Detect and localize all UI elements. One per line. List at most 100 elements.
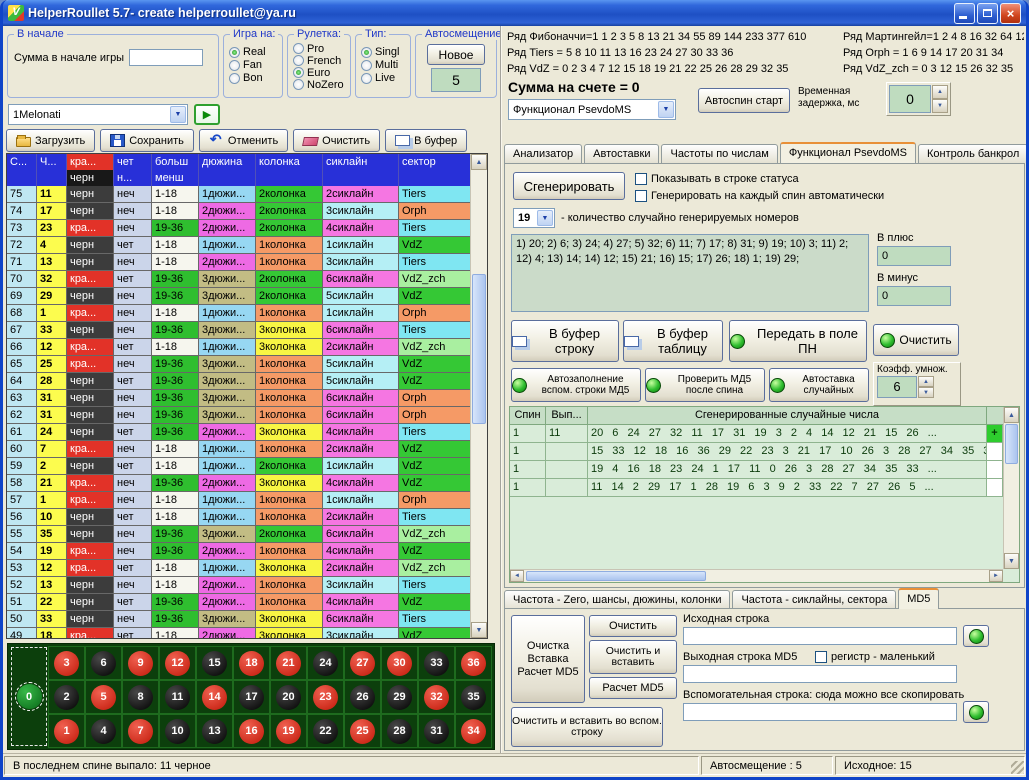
close-button[interactable]: × — [1000, 3, 1021, 24]
board-number-23[interactable]: 23 — [307, 680, 344, 714]
clear-button[interactable]: Очистить — [293, 129, 380, 152]
spin-up-icon[interactable]: ▲ — [932, 85, 948, 99]
autospin-start-button[interactable]: Автоспин старт — [698, 88, 790, 113]
board-number-6[interactable]: 6 — [85, 646, 122, 680]
radio-option-bon[interactable]: Bon — [224, 71, 282, 84]
board-number-18[interactable]: 18 — [233, 646, 270, 680]
board-number-35[interactable]: 35 — [455, 680, 492, 714]
board-number-31[interactable]: 31 — [418, 714, 455, 748]
md5-clear-button[interactable]: Очистить — [589, 615, 677, 637]
md5-calc-button[interactable]: Расчет MD5 — [589, 677, 677, 699]
start-sum-input[interactable] — [129, 49, 203, 66]
board-number-4[interactable]: 4 — [85, 714, 122, 748]
generate-button[interactable]: Сгенерировать — [513, 172, 625, 200]
board-number-12[interactable]: 12 — [159, 646, 196, 680]
tab-4[interactable]: Контроль банкрол — [918, 144, 1026, 163]
scroll-right-icon[interactable]: ► — [989, 570, 1003, 582]
md5-clear-and-paste-button[interactable]: Очистить и вставить — [589, 640, 677, 674]
aux-globe-button[interactable] — [963, 701, 989, 723]
generated-table-scrollbar[interactable]: ▲ ▼ — [1003, 407, 1019, 569]
md5-clear-paste-calc-button[interactable]: Очистка Вставка Расчет MD5 — [511, 615, 585, 703]
buffer-row-button[interactable]: В буфер строку — [511, 320, 619, 362]
maximize-button[interactable] — [977, 3, 998, 24]
spin-down-icon[interactable]: ▼ — [932, 99, 948, 113]
spin-down-icon[interactable]: ▼ — [918, 387, 934, 398]
radio-option-pro[interactable]: Pro — [288, 42, 350, 54]
board-number-3[interactable]: 3 — [48, 646, 85, 680]
play-button[interactable]: ▶ — [194, 104, 220, 125]
scrollbar-thumb[interactable] — [526, 571, 706, 581]
resize-grip[interactable] — [1011, 761, 1024, 774]
board-number-7[interactable]: 7 — [122, 714, 159, 748]
board-number-1[interactable]: 1 — [48, 714, 85, 748]
board-number-24[interactable]: 24 — [307, 646, 344, 680]
bottom-tab-0[interactable]: Частота - Zero, шансы, дюжины, колонки — [504, 590, 730, 609]
board-number-8[interactable]: 8 — [122, 680, 159, 714]
board-number-10[interactable]: 10 — [159, 714, 196, 748]
load-button[interactable]: Загрузить — [6, 129, 95, 152]
generated-table-hscrollbar[interactable]: ◄ ► — [510, 569, 1003, 582]
scroll-down-icon[interactable]: ▼ — [471, 622, 487, 638]
minimize-button[interactable] — [954, 3, 975, 24]
buffer-table-button[interactable]: В буфер таблицу — [623, 320, 723, 362]
board-number-5[interactable]: 5 — [85, 680, 122, 714]
board-number-11[interactable]: 11 — [159, 680, 196, 714]
chevron-down-icon[interactable]: ▼ — [170, 106, 186, 123]
autobet-random-button[interactable]: Автоставка случайных — [769, 368, 869, 402]
radio-option-multi[interactable]: Multi — [356, 58, 410, 71]
board-number-22[interactable]: 22 — [307, 714, 344, 748]
output-string-input[interactable] — [683, 665, 957, 683]
tab-1[interactable]: Автоставки — [584, 144, 659, 163]
functional-combobox[interactable]: Функционал PsevdoMS ▼ — [508, 99, 676, 120]
tab-2[interactable]: Частоты по числам — [661, 144, 777, 163]
board-number-33[interactable]: 33 — [418, 646, 455, 680]
generate-each-spin-checkbox[interactable] — [635, 190, 647, 202]
undo-button[interactable]: Отменить — [199, 129, 288, 152]
bottom-tab-2[interactable]: MD5 — [898, 588, 939, 609]
register-lowercase-checkbox[interactable] — [815, 651, 827, 663]
board-number-28[interactable]: 28 — [381, 714, 418, 748]
preset-combobox[interactable]: 1Melonati ▼ — [8, 104, 188, 125]
scroll-down-icon[interactable]: ▼ — [1004, 553, 1019, 569]
chevron-down-icon[interactable]: ▼ — [658, 101, 674, 118]
source-string-input[interactable] — [683, 627, 957, 645]
spin-up-icon[interactable]: ▲ — [918, 376, 934, 387]
board-number-17[interactable]: 17 — [233, 680, 270, 714]
scroll-up-icon[interactable]: ▲ — [1004, 407, 1019, 423]
tab-0[interactable]: Анализатор — [504, 144, 582, 163]
board-number-14[interactable]: 14 — [196, 680, 233, 714]
generated-numbers-area[interactable]: 1) 20; 2) 6; 3) 24; 4) 27; 5) 32; 6) 11;… — [511, 234, 869, 312]
new-button[interactable]: Новое — [427, 44, 485, 65]
scroll-up-icon[interactable]: ▲ — [471, 154, 487, 170]
board-number-2[interactable]: 2 — [48, 680, 85, 714]
autofill-md5-button[interactable]: Автозаполнение вспом. строки МД5 — [511, 368, 641, 402]
send-to-pn-button[interactable]: Передать в поле ПН — [729, 320, 867, 362]
scroll-left-icon[interactable]: ◄ — [510, 570, 524, 582]
board-number-30[interactable]: 30 — [381, 646, 418, 680]
board-number-13[interactable]: 13 — [196, 714, 233, 748]
md5-clear-paste-aux-button[interactable]: Очистить и вставить во вспом. строку — [511, 707, 663, 747]
save-button[interactable]: Сохранить — [100, 129, 194, 152]
copy-button[interactable]: В буфер — [385, 129, 467, 152]
board-number-15[interactable]: 15 — [196, 646, 233, 680]
board-number-9[interactable]: 9 — [122, 646, 159, 680]
board-zero-cell[interactable]: 0 — [11, 647, 47, 746]
koef-value[interactable]: 6 — [877, 376, 917, 398]
aux-string-input[interactable] — [683, 703, 957, 721]
delay-value[interactable]: 0 — [889, 85, 931, 113]
count-combobox[interactable]: 19 ▼ — [513, 208, 555, 228]
board-number-21[interactable]: 21 — [270, 646, 307, 680]
board-number-20[interactable]: 20 — [270, 680, 307, 714]
radio-option-french[interactable]: French — [288, 54, 350, 66]
titlebar[interactable]: V HelperRoullet 5.7- create helperroulle… — [3, 0, 1026, 26]
source-globe-button[interactable] — [963, 625, 989, 647]
scrollbar-thumb[interactable] — [472, 274, 486, 424]
clear-generated-button[interactable]: Очистить — [873, 324, 959, 356]
board-number-25[interactable]: 25 — [344, 714, 381, 748]
tab-3[interactable]: Функционал PsevdoMS — [780, 142, 916, 163]
board-number-29[interactable]: 29 — [381, 680, 418, 714]
radio-option-live[interactable]: Live — [356, 71, 410, 84]
board-number-19[interactable]: 19 — [270, 714, 307, 748]
radio-option-euro[interactable]: Euro — [288, 66, 350, 78]
check-md5-button[interactable]: Проверить МД5 после спина — [645, 368, 765, 402]
